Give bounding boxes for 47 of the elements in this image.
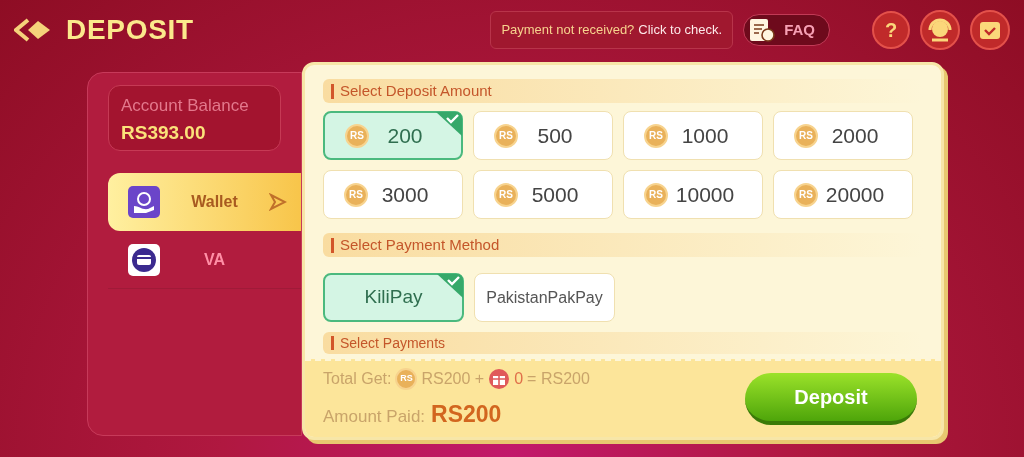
hand-coin-icon bbox=[128, 186, 160, 218]
total-amount: RS200 + bbox=[421, 368, 485, 389]
amount-option[interactable]: RS 5000 bbox=[473, 170, 613, 219]
paid-value: RS200 bbox=[431, 399, 502, 429]
bonus-amount: 0 bbox=[514, 368, 524, 389]
check-link[interactable]: Click to check. bbox=[638, 20, 723, 40]
card-icon bbox=[128, 243, 160, 276]
arrow-icon bbox=[269, 193, 287, 211]
paid-label: Amount Paid: bbox=[323, 405, 426, 428]
coin-icon: RS bbox=[644, 123, 668, 148]
page-title: DEPOSIT bbox=[66, 13, 194, 47]
section-title: Select Deposit Amount bbox=[340, 80, 492, 101]
total-label: Total Get: bbox=[323, 368, 392, 389]
gift-icon bbox=[488, 367, 511, 390]
amount-option[interactable]: RS 200 bbox=[323, 111, 463, 160]
faq-button[interactable]: FAQ bbox=[743, 14, 830, 46]
section-title: Select Payments bbox=[340, 333, 446, 353]
back-icon[interactable] bbox=[14, 17, 52, 43]
coin-icon: RS bbox=[494, 123, 518, 148]
coin-icon: RS bbox=[395, 367, 418, 390]
amount-option[interactable]: RS 1000 bbox=[623, 111, 763, 160]
balance-label: Account Balance bbox=[121, 95, 250, 117]
support-agent-icon[interactable] bbox=[920, 10, 960, 50]
amount-option[interactable]: RS 20000 bbox=[773, 170, 913, 219]
amount-option[interactable]: RS 500 bbox=[473, 111, 613, 160]
clipboard-search-icon bbox=[748, 17, 777, 43]
amount-option[interactable]: RS 3000 bbox=[323, 170, 463, 219]
help-button[interactable]: ? bbox=[872, 11, 910, 49]
coin-icon: RS bbox=[644, 182, 668, 207]
coin-icon: RS bbox=[794, 182, 818, 207]
notice-text: Payment not received? bbox=[501, 21, 635, 40]
amount-option[interactable]: RS 2000 bbox=[773, 111, 913, 160]
coin-icon: RS bbox=[345, 123, 369, 148]
calendar-icon[interactable] bbox=[970, 10, 1010, 50]
check-badge-icon bbox=[437, 274, 463, 298]
section-title: Select Payment Method bbox=[340, 234, 500, 255]
payment-method-option[interactable]: KiliPay bbox=[323, 273, 464, 322]
coin-icon: RS bbox=[494, 182, 518, 207]
amount-option[interactable]: RS 10000 bbox=[623, 170, 763, 219]
payment-method-option[interactable]: PakistanPakPay bbox=[474, 273, 615, 322]
balance-value: RS393.00 bbox=[121, 120, 207, 145]
coin-icon: RS bbox=[794, 123, 818, 148]
notice-banner[interactable]: Payment not received? Click to check. bbox=[490, 11, 734, 49]
check-badge-icon bbox=[436, 112, 462, 136]
channel-tab[interactable]: Wallet bbox=[108, 173, 301, 231]
coin-icon: RS bbox=[344, 182, 368, 207]
total-result: = RS200 bbox=[527, 368, 590, 389]
